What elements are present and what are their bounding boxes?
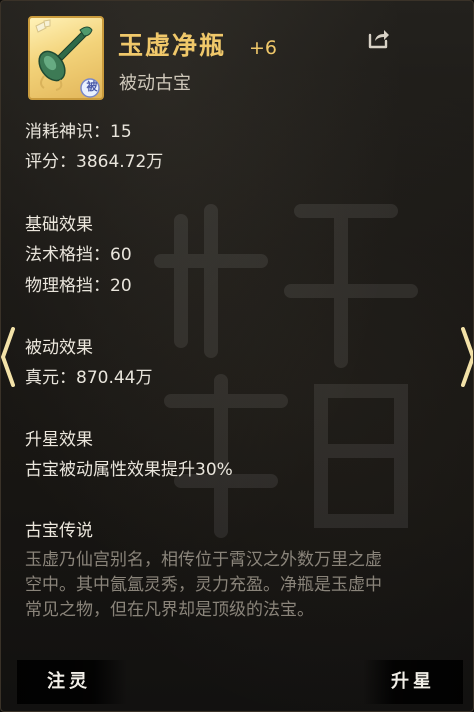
lore-heading: 古宝传说 (25, 521, 93, 541)
effect-line: 古宝被动属性效果提升30% (25, 460, 233, 480)
item-name: 玉虚净瓶 (118, 31, 227, 60)
item-detail-panel: 被 玉虚净瓶 +6 被动古宝 消耗神识：15 评分：3864.72万 基础效果 … (0, 0, 474, 712)
star-effects-heading: 升星效果 (25, 430, 93, 450)
base-effects-heading: 基础效果 (25, 215, 93, 235)
effect-line: 真元：870.44万 (25, 368, 153, 388)
infuse-button[interactable]: 注灵 (17, 660, 127, 704)
star-up-button[interactable]: 升星 (363, 660, 463, 704)
lore-line: 玉虚乃仙宫别名，相传位于霄汉之外数万里之虚 (25, 550, 382, 570)
passive-badge: 被 (86, 80, 98, 93)
passive-effects-heading: 被动效果 (25, 338, 93, 358)
score-text: 评分：3864.72万 (25, 152, 164, 172)
item-icon[interactable]: 被 (28, 16, 104, 100)
effect-line: 物理格挡：20 (25, 276, 132, 296)
cost-text: 消耗神识：15 (25, 122, 132, 142)
item-type: 被动古宝 (119, 73, 191, 94)
lore-line: 常见之物，但在凡界却是顶级的法宝。 (25, 600, 314, 620)
item-level: +6 (249, 37, 278, 59)
share-icon[interactable] (367, 26, 391, 50)
lore-line: 空中。其中氤氲灵秀，灵力充盈。净瓶是玉虚中 (25, 575, 382, 595)
background-calligraphy (154, 204, 418, 538)
prev-arrow-icon[interactable] (1, 327, 15, 387)
next-arrow-icon[interactable] (461, 327, 474, 387)
effect-line: 法术格挡：60 (25, 245, 132, 265)
lore-text: 玉虚乃仙宫别名，相传位于霄汉之外数万里之虚 空中。其中氤氲灵秀，灵力充盈。净瓶是… (25, 548, 455, 623)
